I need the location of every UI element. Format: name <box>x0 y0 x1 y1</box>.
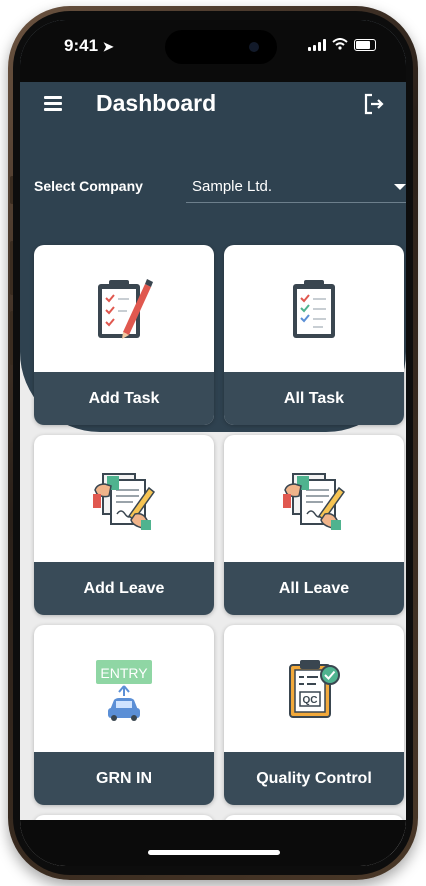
tile-label: Quality Control <box>224 752 404 805</box>
status-time: 9:41 ➤ <box>64 36 114 56</box>
status-time-text: 9:41 <box>64 36 99 55</box>
camera-icon <box>249 42 259 52</box>
tile-add-task[interactable]: Add Task <box>34 245 214 425</box>
company-selector-row: Select Company Sample Ltd. <box>20 170 406 210</box>
document-sign-icon <box>224 435 404 562</box>
entry-sign-text: ENTRY <box>100 665 148 681</box>
bottom-bezel-area <box>20 820 406 866</box>
location-arrow-icon: ➤ <box>102 39 114 54</box>
entry-sign-car-icon: ENTRY <box>34 625 214 752</box>
battery-icon <box>354 39 376 51</box>
signal-icon <box>308 39 326 51</box>
menu-icon[interactable] <box>44 94 66 112</box>
status-bar: 9:41 ➤ <box>20 20 406 82</box>
app-bar: Dashboard <box>20 82 406 130</box>
screen: 9:41 ➤ Dashboard Select Company Sample L… <box>20 20 406 866</box>
tile-label: All Task <box>224 372 404 425</box>
tile-add-leave[interactable]: Add Leave <box>34 435 214 615</box>
tile-label: GRN IN <box>34 752 214 805</box>
wifi-icon <box>332 38 348 52</box>
document-sign-icon <box>34 435 214 562</box>
tile-label: Add Task <box>34 372 214 425</box>
tile-quality-control[interactable]: QC Quality Control <box>224 625 404 805</box>
clipboard-pen-icon <box>34 245 214 372</box>
qc-text: QC <box>303 695 318 706</box>
status-icons <box>308 38 376 52</box>
company-value: Sample Ltd. <box>192 178 273 195</box>
tile-grn-in[interactable]: ENTRY GRN IN <box>34 625 214 805</box>
tile-label: All Leave <box>224 562 404 615</box>
qc-clipboard-icon: QC <box>224 625 404 752</box>
tile-all-task[interactable]: All Task <box>224 245 404 425</box>
tile-all-leave[interactable]: All Leave <box>224 435 404 615</box>
home-indicator[interactable] <box>148 850 280 855</box>
clipboard-checklist-icon <box>224 245 404 372</box>
chevron-down-icon <box>394 184 406 190</box>
tile-label: Add Leave <box>34 562 214 615</box>
logout-icon[interactable] <box>362 92 386 116</box>
company-label: Select Company <box>34 178 143 194</box>
page-title: Dashboard <box>96 90 217 116</box>
company-dropdown[interactable]: Sample Ltd. <box>186 170 406 203</box>
dynamic-island <box>165 30 277 64</box>
